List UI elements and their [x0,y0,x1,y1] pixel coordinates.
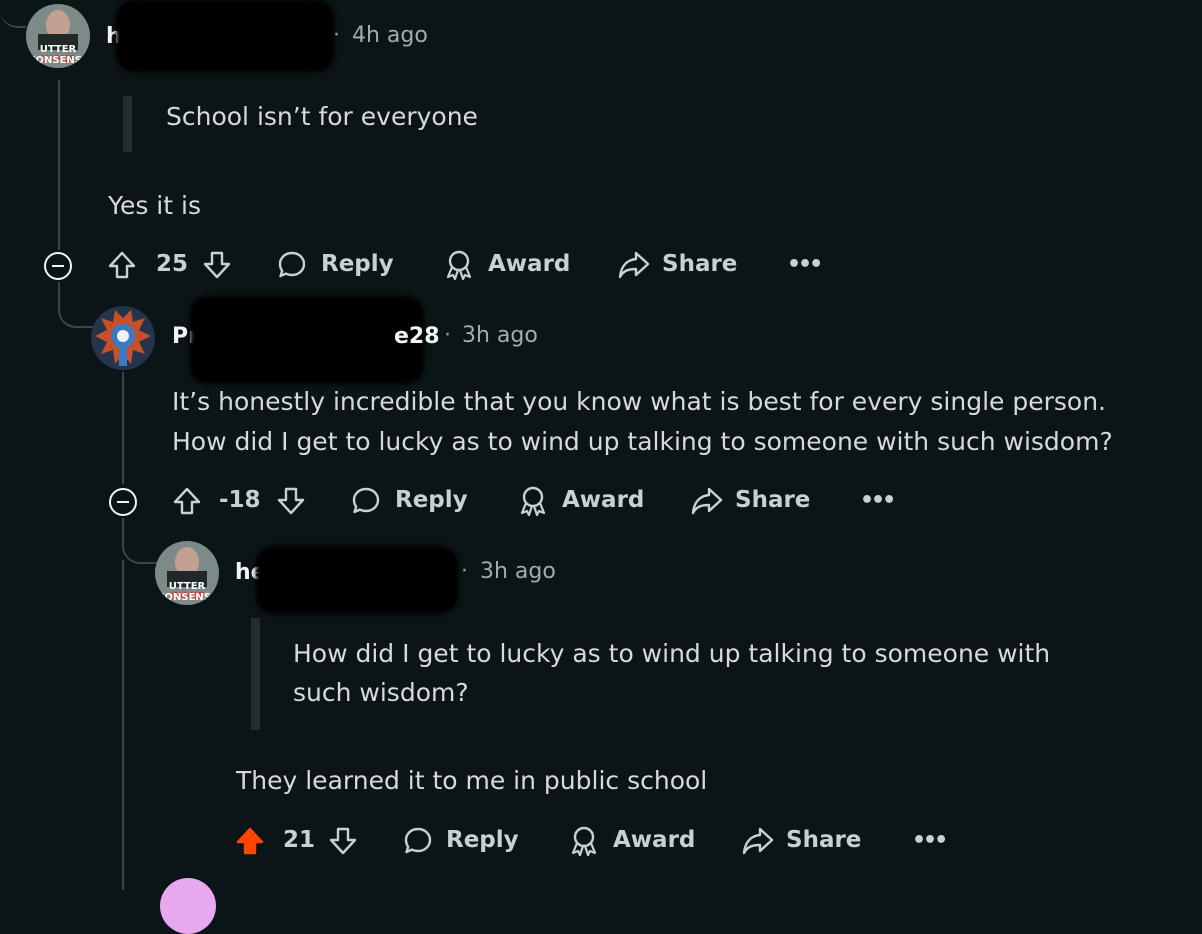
share-arrow-icon[interactable] [617,249,651,281]
comment-body-line: It’s honestly incredible that you know w… [172,387,1106,416]
upvote-icon[interactable] [171,485,203,517]
vote-score: 25 [156,251,189,277]
share-arrow-icon[interactable] [741,825,775,857]
username-redaction [196,20,324,62]
award-icon[interactable] [518,485,548,517]
share-arrow-icon[interactable] [690,485,724,517]
collapse-icon[interactable] [109,488,137,516]
comment-body: They learned it to me in public school [236,766,708,795]
reply-bubble-icon[interactable] [402,825,434,857]
quote-text: School isn’t for everyone [166,102,478,131]
avatar-text-bottom: NONSENSE [27,55,89,66]
collapse-icon[interactable] [44,252,72,280]
avatar[interactable] [91,306,155,370]
avatar[interactable] [160,878,216,934]
award-button[interactable]: Award [488,251,570,277]
avatar-text-bottom: NONSENSE [156,592,218,603]
reply-button[interactable]: Reply [395,487,468,513]
award-button[interactable]: Award [613,827,695,853]
quote-text-line: such wisdom? [293,678,469,707]
thread-connector [122,518,162,564]
quote-bar [123,96,132,152]
more-icon[interactable]: ••• [787,252,823,277]
reply-button[interactable]: Reply [446,827,519,853]
vote-score: -18 [219,487,261,513]
more-icon[interactable]: ••• [860,488,896,513]
comment-body: Yes it is [108,191,201,220]
thread-line [122,372,124,484]
avatar[interactable]: UTTER WOKE NONSENSE [26,4,90,68]
username-redaction [256,546,458,614]
thread-line [58,80,60,250]
separator-dot: · [461,559,468,584]
downvote-icon[interactable] [201,249,233,281]
quote-text-line: How did I get to lucky as to wind up tal… [293,639,1051,668]
thread-line [122,560,124,890]
award-icon[interactable] [444,249,474,281]
timestamp[interactable]: 3h ago [480,559,556,584]
reply-bubble-icon[interactable] [276,249,308,281]
share-button[interactable]: Share [786,827,861,853]
timestamp[interactable]: 4h ago [352,23,428,48]
vote-score: 21 [283,827,316,853]
share-button[interactable]: Share [662,251,737,277]
timestamp[interactable]: 3h ago [462,323,538,348]
reply-button[interactable]: Reply [321,251,394,277]
separator-dot: · [444,323,451,348]
award-button[interactable]: Award [562,487,644,513]
downvote-icon[interactable] [275,485,307,517]
username-redaction [350,314,396,358]
upvote-icon[interactable] [106,249,138,281]
username-suffix[interactable]: e28 [394,324,440,349]
reply-bubble-icon[interactable] [350,485,382,517]
separator-dot: · [333,23,340,48]
upvote-icon[interactable] [234,825,266,857]
award-icon[interactable] [569,825,599,857]
share-button[interactable]: Share [735,487,810,513]
quote-bar [251,618,260,730]
downvote-icon[interactable] [327,825,359,857]
avatar[interactable]: UTTER WOKE NONSENSE [155,541,219,605]
thread-connector [0,0,26,28]
more-icon[interactable]: ••• [912,828,948,853]
avatar-art [91,306,155,370]
comment-body-line: How did I get to lucky as to wind up tal… [172,427,1113,456]
